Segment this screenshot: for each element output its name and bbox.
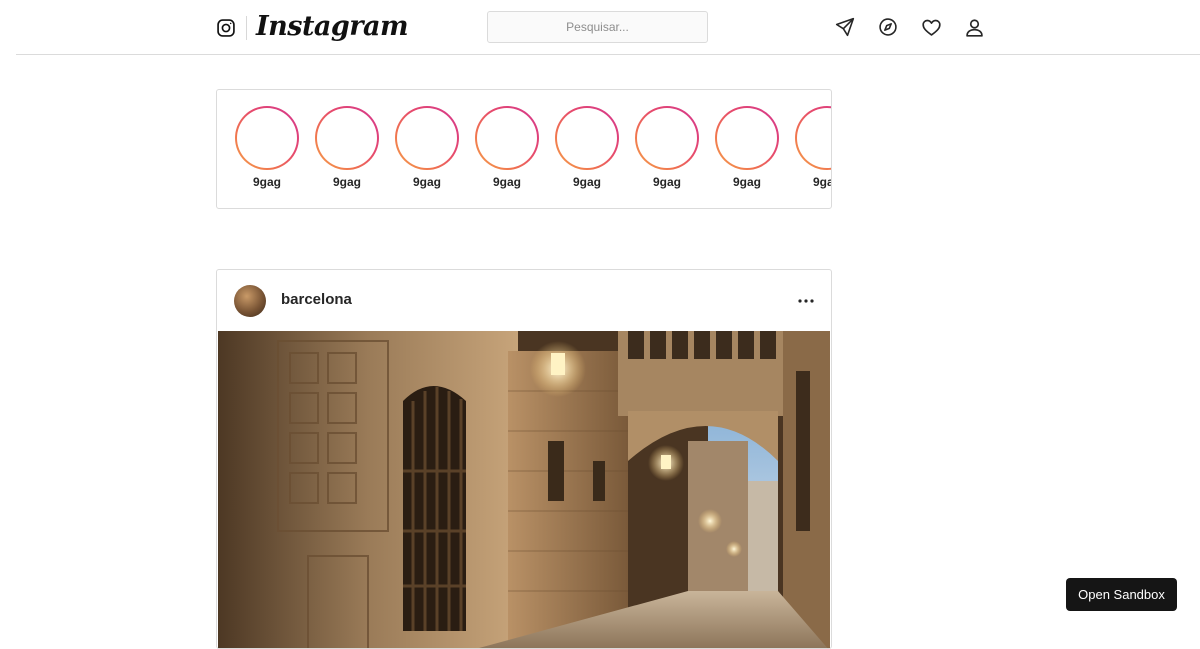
post-header: barcelona (217, 270, 831, 331)
feed-post: barcelona (216, 269, 832, 649)
story-username: 9gag (812, 175, 831, 189)
story-avatar (717, 108, 777, 168)
open-sandbox-button[interactable]: Open Sandbox (1066, 578, 1177, 611)
nav-icons (834, 16, 985, 38)
story-item[interactable]: 9gag (794, 106, 831, 189)
instagram-wordmark[interactable]: Instagram (256, 13, 409, 40)
explore-compass-icon[interactable] (877, 16, 899, 38)
post-photo[interactable] (218, 331, 830, 648)
story-username: 9gag (652, 175, 681, 189)
brand-divider (246, 16, 247, 40)
post-author-username[interactable]: barcelona (281, 291, 352, 309)
brand[interactable]: Instagram (216, 8, 409, 48)
story-item[interactable]: 9gag (394, 106, 460, 189)
story-avatar (797, 108, 831, 168)
story-username: 9gag (732, 175, 761, 189)
story-item[interactable]: 9gag (714, 106, 780, 189)
story-username: 9gag (412, 175, 441, 189)
search-input[interactable] (487, 11, 708, 43)
stories-tray[interactable]: 9gag 9gag 9gag 9gag 9gag 9gag 9gag 9gag (216, 89, 832, 209)
direct-send-icon[interactable] (834, 16, 856, 38)
story-avatar (637, 108, 697, 168)
story-item[interactable]: 9gag (554, 106, 620, 189)
story-username: 9gag (572, 175, 601, 189)
more-options-icon[interactable] (797, 294, 815, 308)
story-item[interactable]: 9gag (634, 106, 700, 189)
story-item[interactable]: 9gag (234, 106, 300, 189)
top-navigation-bar: Instagram (16, 0, 1200, 55)
profile-person-icon[interactable] (963, 16, 985, 38)
story-avatar (477, 108, 537, 168)
story-ring (795, 106, 831, 170)
story-username: 9gag (252, 175, 281, 189)
story-avatar (557, 108, 617, 168)
story-ring (235, 106, 299, 170)
story-ring (715, 106, 779, 170)
story-ring (555, 106, 619, 170)
story-username: 9gag (492, 175, 521, 189)
story-ring (315, 106, 379, 170)
story-ring (635, 106, 699, 170)
story-item[interactable]: 9gag (474, 106, 540, 189)
story-ring (475, 106, 539, 170)
activity-heart-icon[interactable] (920, 16, 942, 38)
story-item[interactable]: 9gag (314, 106, 380, 189)
story-username: 9gag (332, 175, 361, 189)
instagram-glyph-icon[interactable] (216, 18, 236, 38)
post-author-avatar[interactable] (234, 285, 266, 317)
story-avatar (397, 108, 457, 168)
story-ring (395, 106, 459, 170)
story-avatar (237, 108, 297, 168)
story-avatar (317, 108, 377, 168)
